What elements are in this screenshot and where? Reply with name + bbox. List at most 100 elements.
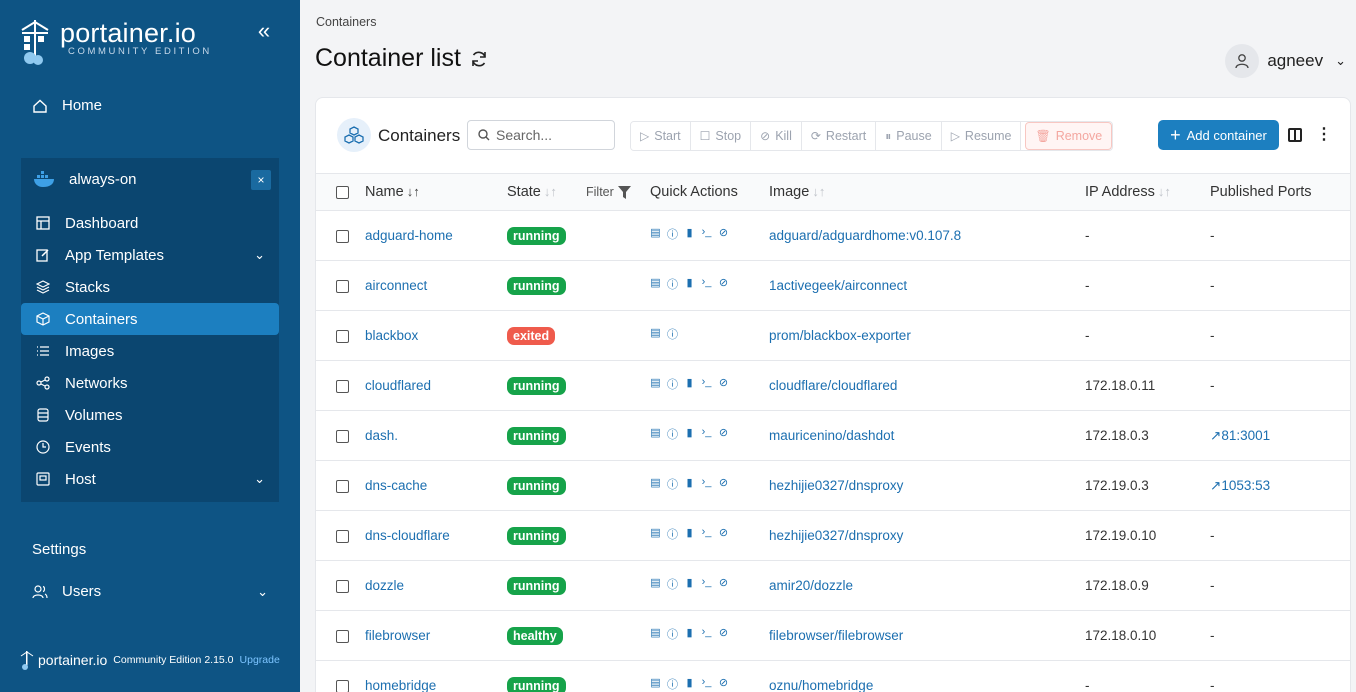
console-icon[interactable]: ›_ bbox=[701, 576, 712, 592]
row-checkbox[interactable] bbox=[336, 380, 349, 393]
console-icon[interactable]: ›_ bbox=[701, 376, 712, 392]
container-name-link[interactable]: filebrowser bbox=[365, 628, 430, 643]
row-checkbox[interactable] bbox=[336, 230, 349, 243]
published-port-link[interactable]: ↗81:3001 bbox=[1210, 428, 1270, 444]
stats-icon[interactable]: ▮ bbox=[684, 376, 695, 392]
image-link[interactable]: cloudflare/cloudflared bbox=[769, 378, 897, 393]
attach-icon[interactable]: ⊘ bbox=[718, 226, 729, 242]
stats-icon[interactable]: ▮ bbox=[684, 676, 695, 692]
row-checkbox[interactable] bbox=[336, 480, 349, 493]
info-icon[interactable]: ⓘ bbox=[667, 626, 678, 642]
logs-icon[interactable]: ▤ bbox=[650, 676, 661, 692]
info-icon[interactable]: ⓘ bbox=[667, 526, 678, 542]
pause-button[interactable]: ⏸ Pause bbox=[876, 122, 942, 150]
column-ip[interactable]: IP Address ↓↑ bbox=[1085, 184, 1171, 200]
start-button[interactable]: ▷ Start bbox=[631, 122, 691, 150]
attach-icon[interactable]: ⊘ bbox=[718, 376, 729, 392]
console-icon[interactable]: ›_ bbox=[701, 276, 712, 292]
sidebar-item-containers[interactable]: Containers bbox=[21, 303, 279, 335]
console-icon[interactable]: ›_ bbox=[701, 676, 712, 692]
more-options-icon[interactable]: ⋮ bbox=[1316, 127, 1332, 143]
sidebar-item-events[interactable]: Events bbox=[21, 431, 279, 463]
logs-icon[interactable]: ▤ bbox=[650, 276, 661, 292]
search-box[interactable] bbox=[467, 120, 615, 150]
search-input[interactable] bbox=[496, 127, 606, 143]
container-name-link[interactable]: adguard-home bbox=[365, 228, 453, 243]
stats-icon[interactable]: ▮ bbox=[684, 626, 695, 642]
info-icon[interactable]: ⓘ bbox=[667, 576, 678, 592]
container-name-link[interactable]: airconnect bbox=[365, 278, 427, 293]
kill-button[interactable]: ⊘ Kill bbox=[751, 122, 802, 150]
restart-button[interactable]: ⟳ Restart bbox=[801, 122, 877, 150]
image-link[interactable]: prom/blackbox-exporter bbox=[769, 328, 911, 343]
stats-icon[interactable]: ▮ bbox=[684, 276, 695, 292]
image-link[interactable]: 1activegeek/airconnect bbox=[769, 278, 907, 293]
attach-icon[interactable]: ⊘ bbox=[718, 676, 729, 692]
environment-close-button[interactable]: × bbox=[251, 170, 271, 190]
brand[interactable]: portainer.io COMMUNITY EDITION bbox=[18, 18, 212, 66]
image-link[interactable]: adguard/adguardhome:v0.107.8 bbox=[769, 228, 961, 243]
info-icon[interactable]: ⓘ bbox=[667, 426, 678, 442]
row-checkbox[interactable] bbox=[336, 280, 349, 293]
breadcrumb[interactable]: Containers bbox=[316, 15, 376, 29]
logs-icon[interactable]: ▤ bbox=[650, 226, 661, 242]
image-link[interactable]: amir20/dozzle bbox=[769, 578, 853, 593]
sidebar-item-networks[interactable]: Networks bbox=[21, 367, 279, 399]
select-all-checkbox[interactable] bbox=[336, 186, 349, 199]
container-name-link[interactable]: cloudflared bbox=[365, 378, 431, 393]
stop-button[interactable]: ☐ Stop bbox=[690, 122, 752, 150]
stats-icon[interactable]: ▮ bbox=[684, 226, 695, 242]
info-icon[interactable]: ⓘ bbox=[667, 276, 678, 292]
add-container-button[interactable]: + Add container bbox=[1158, 120, 1279, 150]
attach-icon[interactable]: ⊘ bbox=[718, 276, 729, 292]
published-port-link[interactable]: ↗1053:53 bbox=[1210, 478, 1270, 494]
container-name-link[interactable]: homebridge bbox=[365, 678, 436, 692]
sidebar-item-app-templates[interactable]: App Templates ⌄ bbox=[21, 239, 279, 271]
info-icon[interactable]: ⓘ bbox=[667, 676, 678, 692]
row-checkbox[interactable] bbox=[336, 430, 349, 443]
logs-icon[interactable]: ▤ bbox=[650, 576, 661, 592]
container-name-link[interactable]: dash. bbox=[365, 428, 398, 443]
attach-icon[interactable]: ⊘ bbox=[718, 626, 729, 642]
collapse-sidebar-icon[interactable]: « bbox=[252, 20, 276, 44]
sidebar-item-volumes[interactable]: Volumes bbox=[21, 399, 279, 431]
refresh-icon[interactable] bbox=[469, 49, 489, 69]
stats-icon[interactable]: ▮ bbox=[684, 526, 695, 542]
image-link[interactable]: oznu/homebridge bbox=[769, 678, 873, 692]
attach-icon[interactable]: ⊘ bbox=[718, 476, 729, 492]
attach-icon[interactable]: ⊘ bbox=[718, 576, 729, 592]
stats-icon[interactable]: ▮ bbox=[684, 476, 695, 492]
column-state[interactable]: State ↓↑ bbox=[507, 184, 557, 200]
column-name[interactable]: Name ↓↑ bbox=[365, 184, 420, 200]
container-name-link[interactable]: dns-cache bbox=[365, 478, 427, 493]
logs-icon[interactable]: ▤ bbox=[650, 326, 661, 342]
sidebar-item-users[interactable]: Users ⌄ bbox=[32, 583, 268, 600]
image-link[interactable]: filebrowser/filebrowser bbox=[769, 628, 903, 643]
sidebar-item-home[interactable]: Home bbox=[32, 97, 102, 114]
container-name-link[interactable]: blackbox bbox=[365, 328, 418, 343]
logs-icon[interactable]: ▤ bbox=[650, 376, 661, 392]
console-icon[interactable]: ›_ bbox=[701, 626, 712, 642]
logs-icon[interactable]: ▤ bbox=[650, 626, 661, 642]
sidebar-item-host[interactable]: Host ⌄ bbox=[21, 463, 279, 495]
sidebar-item-images[interactable]: Images bbox=[21, 335, 279, 367]
remove-button[interactable]: 🗑 Remove bbox=[1025, 122, 1113, 150]
stats-icon[interactable]: ▮ bbox=[684, 426, 695, 442]
row-checkbox[interactable] bbox=[336, 630, 349, 643]
resume-button[interactable]: ▷ Resume bbox=[941, 122, 1022, 150]
column-image[interactable]: Image ↓↑ bbox=[769, 184, 825, 200]
image-link[interactable]: hezhijie0327/dnsproxy bbox=[769, 528, 903, 543]
stats-icon[interactable]: ▮ bbox=[684, 576, 695, 592]
console-icon[interactable]: ›_ bbox=[701, 226, 712, 242]
row-checkbox[interactable] bbox=[336, 330, 349, 343]
image-link[interactable]: mauricenino/dashdot bbox=[769, 428, 894, 443]
sidebar-item-dashboard[interactable]: Dashboard bbox=[21, 207, 279, 239]
attach-icon[interactable]: ⊘ bbox=[718, 426, 729, 442]
console-icon[interactable]: ›_ bbox=[701, 426, 712, 442]
columns-icon[interactable] bbox=[1288, 128, 1302, 142]
row-checkbox[interactable] bbox=[336, 680, 349, 692]
upgrade-link[interactable]: Upgrade bbox=[240, 654, 280, 666]
info-icon[interactable]: ⓘ bbox=[667, 376, 678, 392]
info-icon[interactable]: ⓘ bbox=[667, 226, 678, 242]
row-checkbox[interactable] bbox=[336, 580, 349, 593]
